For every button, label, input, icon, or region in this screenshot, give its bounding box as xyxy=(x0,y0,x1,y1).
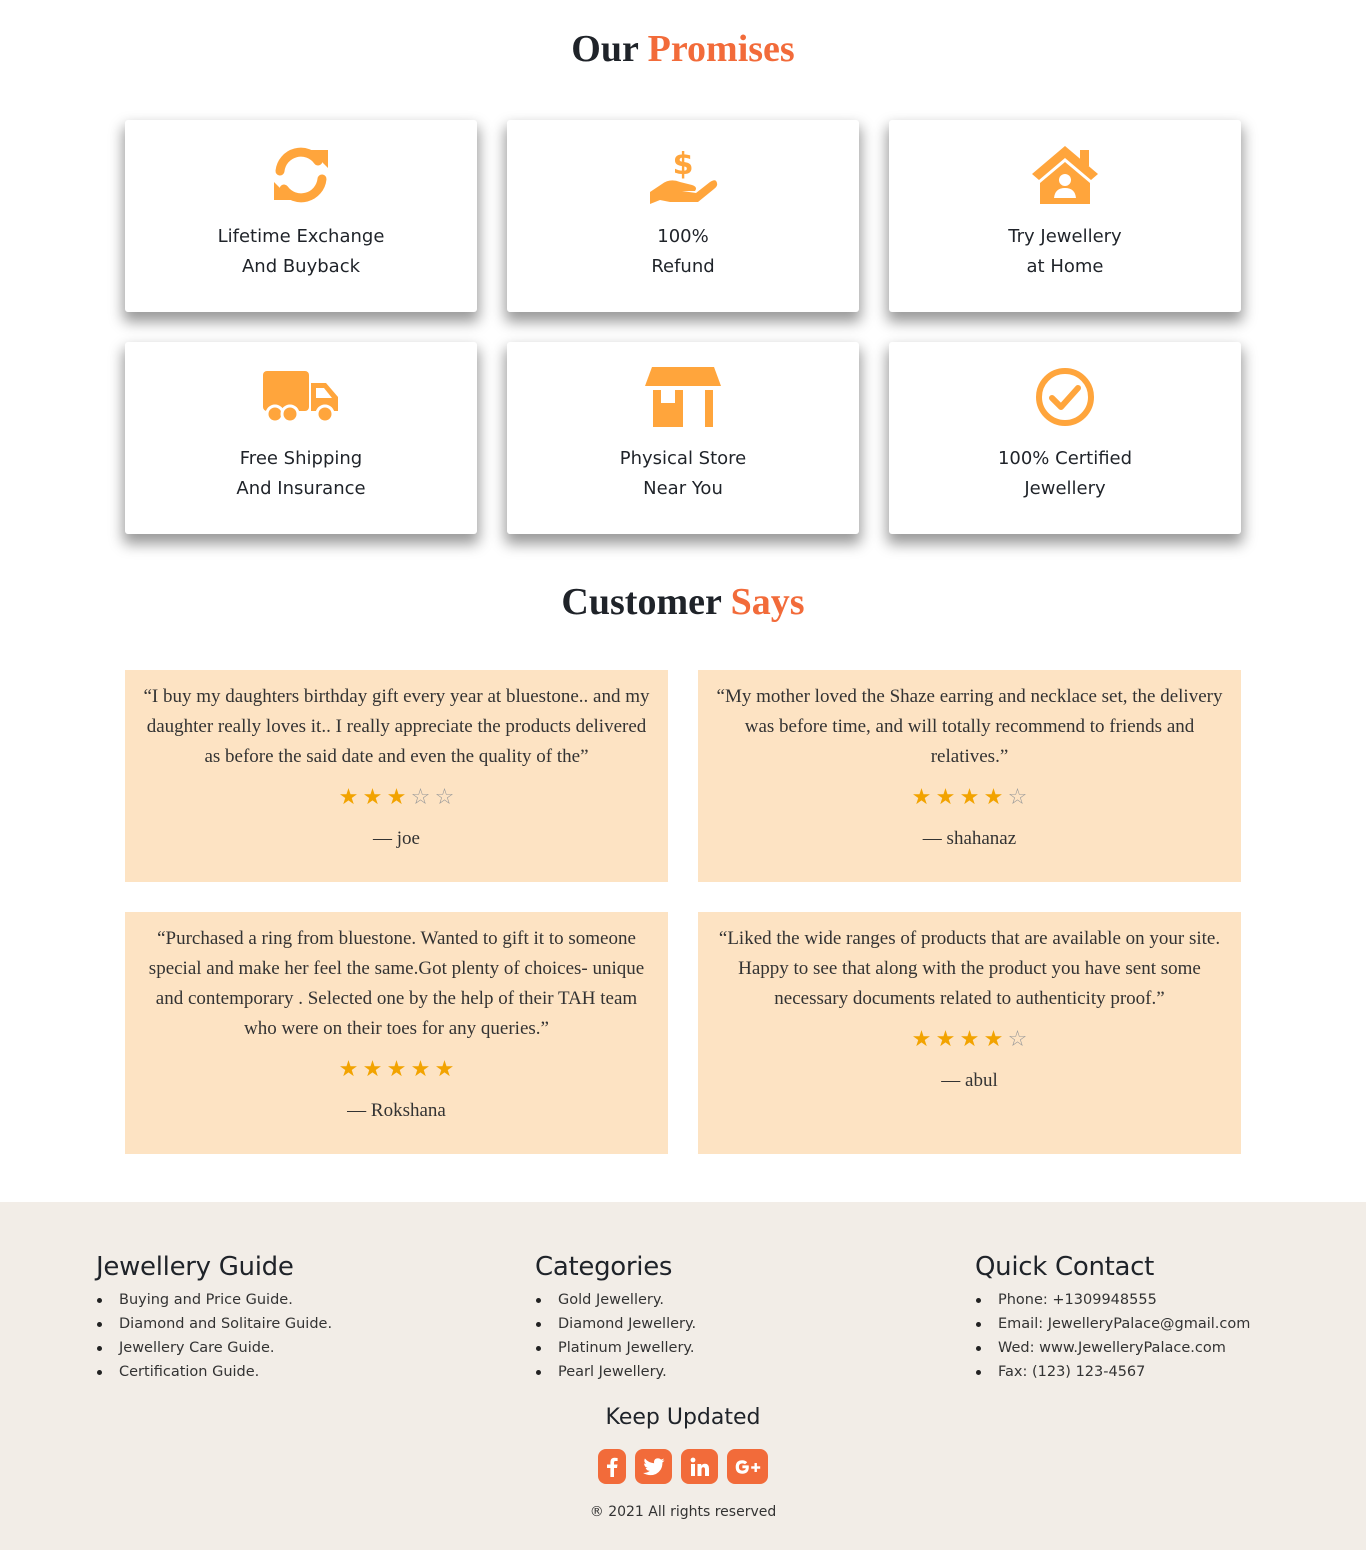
footer-link-certification-guide[interactable]: Certification Guide. xyxy=(96,1360,332,1384)
star-rating: ★ ★ ★ ★ ☆ xyxy=(712,1028,1227,1052)
footer-link-diamond-guide[interactable]: Diamond and Solitaire Guide. xyxy=(96,1312,332,1336)
promise-line1: Free Shipping xyxy=(239,448,363,469)
star-filled-icon: ★ xyxy=(935,1027,956,1052)
linkedin-icon xyxy=(690,1457,709,1476)
promise-line2: at Home xyxy=(1026,256,1104,277)
review-card: “I buy my daughters birthday gift every … xyxy=(125,670,668,882)
store-icon xyxy=(507,360,859,434)
promise-line1: 100% Certified xyxy=(997,448,1133,469)
promises-title: Our Promises xyxy=(0,0,1366,120)
review-card: “Purchased a ring from bluestone. Wanted… xyxy=(125,912,668,1154)
promise-line1: 100% xyxy=(657,226,709,247)
check-circle-icon xyxy=(889,360,1241,434)
svg-text:$: $ xyxy=(673,147,694,182)
promise-card-certified: 100% Certified Jewellery xyxy=(889,342,1241,534)
review-quote: “My mother loved the Shaze earring and n… xyxy=(716,686,1223,767)
star-filled-icon: ★ xyxy=(386,785,407,810)
star-filled-icon: ★ xyxy=(983,1027,1004,1052)
footer: Jewellery Guide Buying and Price Guide. … xyxy=(0,1202,1366,1550)
review-author: — Rokshana xyxy=(347,1100,446,1121)
review-quote: “I buy my daughters birthday gift every … xyxy=(143,686,650,767)
contact-web: Wed: www.JewelleryPalace.com xyxy=(975,1336,1250,1360)
facebook-button[interactable] xyxy=(598,1449,626,1484)
star-filled-icon: ★ xyxy=(935,785,956,810)
review-quote: “Purchased a ring from bluestone. Wanted… xyxy=(148,928,645,1039)
star-rating: ★ ★ ★ ☆ ☆ xyxy=(139,786,654,810)
reviews-title-accent: Says xyxy=(730,581,805,623)
review-card: “My mother loved the Shaze earring and n… xyxy=(698,670,1241,882)
hand-dollar-icon: $ xyxy=(507,138,859,212)
review-author: — joe xyxy=(373,828,420,849)
promise-line2: And Insurance xyxy=(236,478,366,499)
google-plus-icon xyxy=(735,1459,760,1474)
star-filled-icon: ★ xyxy=(959,785,980,810)
promise-card-store: Physical Store Near You xyxy=(507,342,859,534)
review-quote: “Liked the wide ranges of products that … xyxy=(718,928,1221,1009)
promise-card-exchange: Lifetime Exchange And Buyback xyxy=(125,120,477,312)
google-plus-button[interactable] xyxy=(727,1449,768,1484)
footer-link-gold[interactable]: Gold Jewellery. xyxy=(535,1288,696,1312)
facebook-icon xyxy=(607,1457,618,1477)
promise-line2: Near You xyxy=(643,478,723,499)
star-filled-icon: ★ xyxy=(410,1057,431,1082)
star-filled-icon: ★ xyxy=(959,1027,980,1052)
footer-guide-title: Jewellery Guide xyxy=(96,1252,294,1282)
copyright: ® 2021 All rights reserved xyxy=(589,1504,777,1520)
star-filled-icon: ★ xyxy=(362,785,383,810)
footer-quick-contact: Quick Contact Phone: +1309948555 Email: … xyxy=(975,1252,1250,1384)
contact-email: Email: JewelleryPalace@gmail.com xyxy=(975,1312,1250,1336)
promise-line2: Jewellery xyxy=(1024,478,1106,499)
star-filled-icon: ★ xyxy=(434,1057,455,1082)
reviews-grid: “I buy my daughters birthday gift every … xyxy=(125,670,1241,1184)
keep-updated-title: Keep Updated xyxy=(605,1405,761,1430)
promise-card-shipping: Free Shipping And Insurance xyxy=(125,342,477,534)
contact-phone: Phone: +1309948555 xyxy=(975,1288,1250,1312)
twitter-icon xyxy=(642,1457,664,1475)
promise-line1: Physical Store xyxy=(619,448,747,469)
reviews-title-main: Customer xyxy=(561,581,722,623)
house-user-icon xyxy=(889,138,1241,212)
promise-line2: Refund xyxy=(651,256,715,277)
promise-line1: Try Jewellery xyxy=(1008,226,1122,247)
footer-link-pearl[interactable]: Pearl Jewellery. xyxy=(535,1360,696,1384)
footer-link-diamond[interactable]: Diamond Jewellery. xyxy=(535,1312,696,1336)
truck-icon xyxy=(125,360,477,434)
social-links xyxy=(0,1449,1366,1484)
star-filled-icon: ★ xyxy=(911,1027,932,1052)
star-empty-icon: ☆ xyxy=(434,785,455,810)
twitter-button[interactable] xyxy=(635,1449,672,1484)
star-filled-icon: ★ xyxy=(338,785,359,810)
reviews-title: Customer Says xyxy=(0,580,1366,670)
footer-link-care-guide[interactable]: Jewellery Care Guide. xyxy=(96,1336,332,1360)
footer-contact-title: Quick Contact xyxy=(975,1252,1155,1282)
review-author: — abul xyxy=(941,1070,998,1091)
promise-line1: Lifetime Exchange xyxy=(217,226,385,247)
star-filled-icon: ★ xyxy=(386,1057,407,1082)
refresh-icon xyxy=(125,138,477,212)
promises-title-accent: Promises xyxy=(647,28,795,70)
footer-link-price-guide[interactable]: Buying and Price Guide. xyxy=(96,1288,332,1312)
star-filled-icon: ★ xyxy=(911,785,932,810)
footer-categories: Categories Gold Jewellery. Diamond Jewel… xyxy=(535,1252,696,1384)
star-filled-icon: ★ xyxy=(362,1057,383,1082)
footer-link-platinum[interactable]: Platinum Jewellery. xyxy=(535,1336,696,1360)
promises-grid: Lifetime Exchange And Buyback $ 100% Ref… xyxy=(125,120,1241,534)
review-author: — shahanaz xyxy=(922,828,1017,849)
footer-categories-title: Categories xyxy=(535,1252,673,1282)
star-empty-icon: ☆ xyxy=(410,785,431,810)
review-card: “Liked the wide ranges of products that … xyxy=(698,912,1241,1154)
star-empty-icon: ☆ xyxy=(1007,1027,1028,1052)
star-filled-icon: ★ xyxy=(338,1057,359,1082)
footer-jewellery-guide: Jewellery Guide Buying and Price Guide. … xyxy=(96,1252,332,1384)
promise-card-refund: $ 100% Refund xyxy=(507,120,859,312)
star-empty-icon: ☆ xyxy=(1007,785,1028,810)
star-rating: ★ ★ ★ ★ ★ xyxy=(139,1058,654,1082)
star-filled-icon: ★ xyxy=(983,785,1004,810)
promise-line2: And Buyback xyxy=(241,256,361,277)
linkedin-button[interactable] xyxy=(681,1449,718,1484)
star-rating: ★ ★ ★ ★ ☆ xyxy=(712,786,1227,810)
contact-fax: Fax: (123) 123-4567 xyxy=(975,1360,1250,1384)
promise-card-try-home: Try Jewellery at Home xyxy=(889,120,1241,312)
promises-title-main: Our xyxy=(571,28,639,70)
